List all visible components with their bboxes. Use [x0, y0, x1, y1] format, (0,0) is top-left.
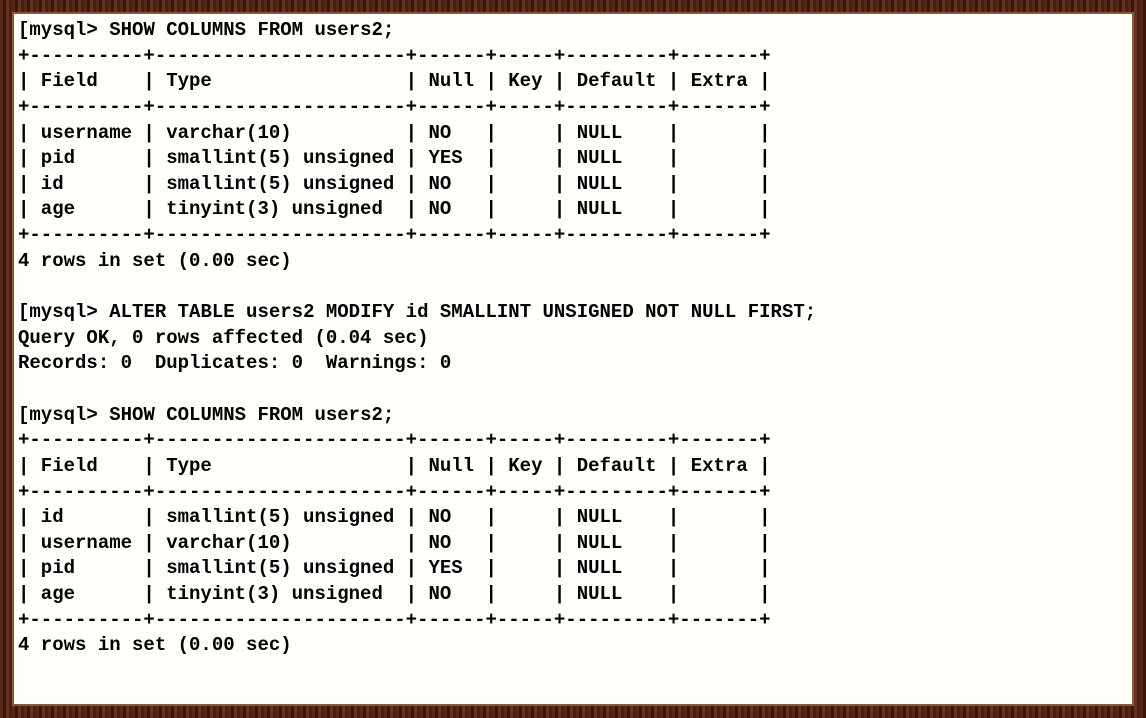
bracket-icon: [: [18, 19, 29, 41]
table-row: | id | smallint(5) unsigned | NO | | NUL…: [14, 505, 1132, 531]
command-text: SHOW COLUMNS FROM users2;: [109, 404, 394, 426]
records-message: Records: 0 Duplicates: 0 Warnings: 0: [14, 351, 1132, 377]
table-header-row: | Field | Type | Null | Key | Default | …: [14, 454, 1132, 480]
table-border: +----------+----------------------+-----…: [14, 44, 1132, 70]
table-border: +----------+----------------------+-----…: [14, 428, 1132, 454]
blank-line: [14, 274, 1132, 300]
table-border: +----------+----------------------+-----…: [14, 95, 1132, 121]
bracket-icon: [: [18, 404, 29, 426]
table-border: +----------+----------------------+-----…: [14, 608, 1132, 634]
result-message: 4 rows in set (0.00 sec): [14, 249, 1132, 275]
table-border: +----------+----------------------+-----…: [14, 223, 1132, 249]
prompt-text: mysql>: [29, 301, 97, 323]
command-line-2: [mysql> ALTER TABLE users2 MODIFY id SMA…: [14, 300, 1132, 326]
prompt-text: mysql>: [29, 404, 97, 426]
table-row: | age | tinyint(3) unsigned | NO | | NUL…: [14, 582, 1132, 608]
command-text: SHOW COLUMNS FROM users2;: [109, 19, 394, 41]
query-ok-message: Query OK, 0 rows affected (0.04 sec): [14, 326, 1132, 352]
result-message-partial: 4 rows in set (0.00 sec): [14, 633, 1132, 659]
command-line-3: [mysql> SHOW COLUMNS FROM users2;: [14, 403, 1132, 429]
prompt-text: mysql>: [29, 19, 97, 41]
bracket-icon: [: [18, 301, 29, 323]
command-text: ALTER TABLE users2 MODIFY id SMALLINT UN…: [109, 301, 816, 323]
table-row: | pid | smallint(5) unsigned | YES | | N…: [14, 146, 1132, 172]
table-row: | username | varchar(10) | NO | | NULL |…: [14, 121, 1132, 147]
blank-line: [14, 377, 1132, 403]
command-line-1: [mysql> SHOW COLUMNS FROM users2;: [14, 18, 1132, 44]
table-row: | age | tinyint(3) unsigned | NO | | NUL…: [14, 197, 1132, 223]
table-row: | pid | smallint(5) unsigned | YES | | N…: [14, 556, 1132, 582]
table-border: +----------+----------------------+-----…: [14, 480, 1132, 506]
table-header-row: | Field | Type | Null | Key | Default | …: [14, 69, 1132, 95]
table-row: | id | smallint(5) unsigned | NO | | NUL…: [14, 172, 1132, 198]
table-row: | username | varchar(10) | NO | | NULL |…: [14, 531, 1132, 557]
terminal-window[interactable]: [mysql> SHOW COLUMNS FROM users2; +-----…: [12, 12, 1134, 706]
